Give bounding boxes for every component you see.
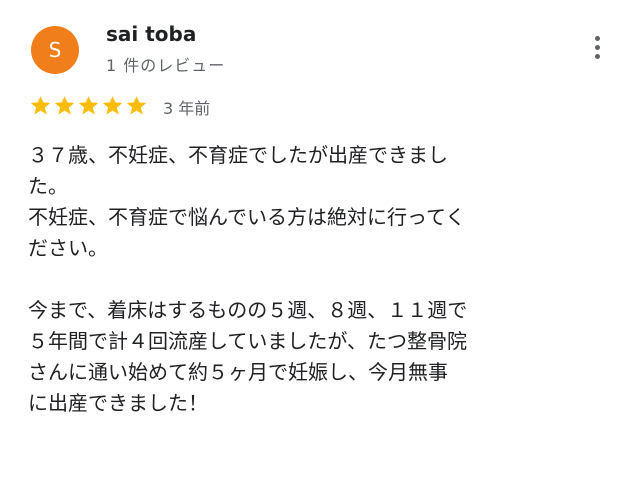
review-date: 3 年前	[163, 99, 211, 118]
reviewer-name[interactable]: sai toba	[106, 22, 196, 46]
star-icon	[126, 96, 147, 115]
review-line: 今まで、着床はするものの５週、８週、１１週で	[28, 298, 468, 322]
star-icon	[54, 96, 75, 115]
more-vert-icon	[594, 35, 600, 41]
review-text: ３７歳、不妊症、不育症でしたが出産できまし た。 不妊症、不育症で悩んでいる方は…	[28, 140, 568, 419]
star-icon	[30, 96, 51, 115]
review-line: に出産できました！	[28, 391, 208, 415]
star-rating	[29, 94, 148, 117]
avatar-initial: S	[48, 38, 62, 62]
avatar[interactable]: S	[31, 26, 79, 74]
more-options-button[interactable]	[584, 30, 610, 64]
review-line: ださい。	[28, 236, 108, 260]
review-line: さんに通い始めて約５ヶ月で妊娠し、今月無事	[28, 360, 448, 384]
review-line: た。	[28, 174, 68, 198]
star-icon	[102, 96, 123, 115]
review-card: S sai toba 1 件のレビュー 3 年前 ３７歳、不妊症、不育症でしたが…	[0, 0, 640, 485]
star-icon	[78, 96, 99, 115]
review-line: ３７歳、不妊症、不育症でしたが出産できまし	[28, 143, 448, 167]
reviewer-review-count[interactable]: 1 件のレビュー	[106, 52, 225, 76]
review-line: 不妊症、不育症で悩んでいる方は絶対に行ってく	[28, 205, 466, 229]
review-line: ５年間で計４回流産していましたが、たつ整骨院	[28, 329, 467, 353]
